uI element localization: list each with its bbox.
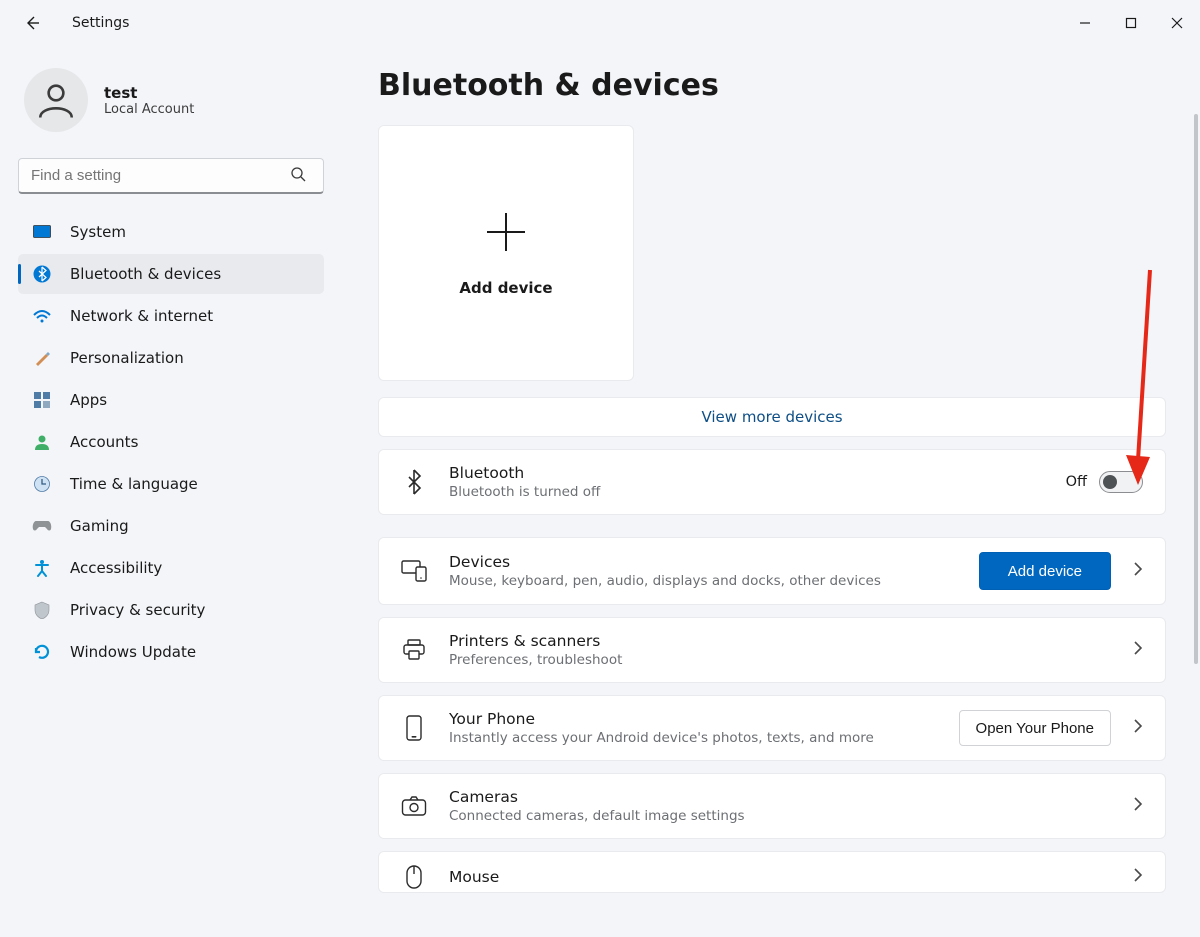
personalization-icon: [32, 348, 52, 368]
main-content: Bluetooth & devices Add device View more…: [338, 46, 1200, 937]
mouse-title: Mouse: [449, 868, 1111, 886]
phone-icon: [401, 715, 427, 741]
chevron-right-icon: [1133, 561, 1143, 581]
maximize-icon: [1125, 17, 1137, 29]
network-icon: [32, 306, 52, 326]
cameras-card[interactable]: Cameras Connected cameras, default image…: [378, 773, 1166, 839]
nav-label: Bluetooth & devices: [70, 265, 221, 283]
sidebar-item-gaming[interactable]: Gaming: [18, 506, 324, 546]
account-header[interactable]: test Local Account: [18, 62, 324, 132]
sidebar-item-privacy[interactable]: Privacy & security: [18, 590, 324, 630]
printers-title: Printers & scanners: [449, 632, 1111, 650]
printers-subtitle: Preferences, troubleshoot: [449, 652, 1111, 668]
sidebar: test Local Account System Bluetooth &: [0, 46, 338, 937]
bluetooth-icon: [32, 264, 52, 284]
sidebar-item-apps[interactable]: Apps: [18, 380, 324, 420]
close-button[interactable]: [1154, 0, 1200, 46]
window-controls: [1062, 0, 1200, 46]
phone-subtitle: Instantly access your Android device's p…: [449, 730, 937, 746]
account-subtitle: Local Account: [104, 102, 194, 117]
sidebar-item-system[interactable]: System: [18, 212, 324, 252]
mouse-card[interactable]: Mouse: [378, 851, 1166, 893]
page-title: Bluetooth & devices: [378, 68, 1180, 103]
bluetooth-title: Bluetooth: [449, 464, 1044, 482]
accounts-icon: [32, 432, 52, 452]
nav: System Bluetooth & devices Network & int…: [18, 212, 324, 672]
window-title: Settings: [72, 15, 129, 31]
printer-icon: [401, 639, 427, 661]
avatar: [24, 68, 88, 132]
devices-title: Devices: [449, 553, 957, 571]
bluetooth-card: Bluetooth Bluetooth is turned off Off: [378, 449, 1166, 515]
sidebar-item-network[interactable]: Network & internet: [18, 296, 324, 336]
chevron-right-icon: [1133, 640, 1143, 660]
nav-label: System: [70, 223, 126, 241]
cameras-title: Cameras: [449, 788, 1111, 806]
phone-title: Your Phone: [449, 710, 937, 728]
nav-label: Accounts: [70, 433, 138, 451]
apps-icon: [32, 390, 52, 410]
bluetooth-glyph-icon: [401, 469, 427, 495]
scrollbar[interactable]: [1194, 114, 1198, 664]
add-device-button[interactable]: Add device: [979, 552, 1111, 590]
open-your-phone-button[interactable]: Open Your Phone: [959, 710, 1111, 746]
nav-label: Network & internet: [70, 307, 213, 325]
chevron-right-icon: [1133, 867, 1143, 887]
back-button[interactable]: [22, 13, 42, 33]
maximize-button[interactable]: [1108, 0, 1154, 46]
nav-label: Personalization: [70, 349, 184, 367]
user-icon: [35, 79, 77, 121]
system-icon: [32, 222, 52, 242]
bluetooth-subtitle: Bluetooth is turned off: [449, 484, 1044, 500]
nav-label: Apps: [70, 391, 107, 409]
view-more-devices[interactable]: View more devices: [378, 397, 1166, 437]
printers-card[interactable]: Printers & scanners Preferences, trouble…: [378, 617, 1166, 683]
title-bar: Settings: [0, 0, 1200, 46]
gaming-icon: [32, 516, 52, 536]
update-icon: [32, 642, 52, 662]
close-icon: [1171, 17, 1183, 29]
nav-label: Privacy & security: [70, 601, 205, 619]
sidebar-item-update[interactable]: Windows Update: [18, 632, 324, 672]
sidebar-item-bluetooth[interactable]: Bluetooth & devices: [18, 254, 324, 294]
chevron-right-icon: [1133, 796, 1143, 816]
devices-icon: [401, 560, 427, 582]
chevron-right-icon: [1133, 718, 1143, 738]
accessibility-icon: [32, 558, 52, 578]
sidebar-item-time[interactable]: Time & language: [18, 464, 324, 504]
time-icon: [32, 474, 52, 494]
sidebar-item-accounts[interactable]: Accounts: [18, 422, 324, 462]
nav-label: Windows Update: [70, 643, 196, 661]
minimize-button[interactable]: [1062, 0, 1108, 46]
add-device-label: Add device: [459, 279, 552, 297]
devices-card[interactable]: Devices Mouse, keyboard, pen, audio, dis…: [378, 537, 1166, 605]
sidebar-item-personalization[interactable]: Personalization: [18, 338, 324, 378]
nav-label: Accessibility: [70, 559, 162, 577]
sidebar-item-accessibility[interactable]: Accessibility: [18, 548, 324, 588]
bluetooth-toggle[interactable]: [1099, 471, 1143, 493]
back-arrow-icon: [24, 15, 40, 31]
bluetooth-state-label: Off: [1066, 474, 1087, 490]
cameras-subtitle: Connected cameras, default image setting…: [449, 808, 1111, 824]
search-container: [18, 158, 324, 194]
minimize-icon: [1079, 17, 1091, 29]
plus-icon: [483, 209, 529, 259]
add-device-card[interactable]: Add device: [378, 125, 634, 381]
nav-label: Gaming: [70, 517, 129, 535]
camera-icon: [401, 796, 427, 816]
nav-label: Time & language: [70, 475, 198, 493]
your-phone-card[interactable]: Your Phone Instantly access your Android…: [378, 695, 1166, 761]
mouse-icon: [401, 865, 427, 889]
view-more-label: View more devices: [701, 408, 842, 426]
bluetooth-toggle-wrap: Off: [1066, 471, 1143, 493]
devices-subtitle: Mouse, keyboard, pen, audio, displays an…: [449, 573, 957, 589]
search-icon: [290, 166, 306, 186]
account-name: test: [104, 84, 194, 102]
privacy-icon: [32, 600, 52, 620]
search-input[interactable]: [18, 158, 324, 194]
